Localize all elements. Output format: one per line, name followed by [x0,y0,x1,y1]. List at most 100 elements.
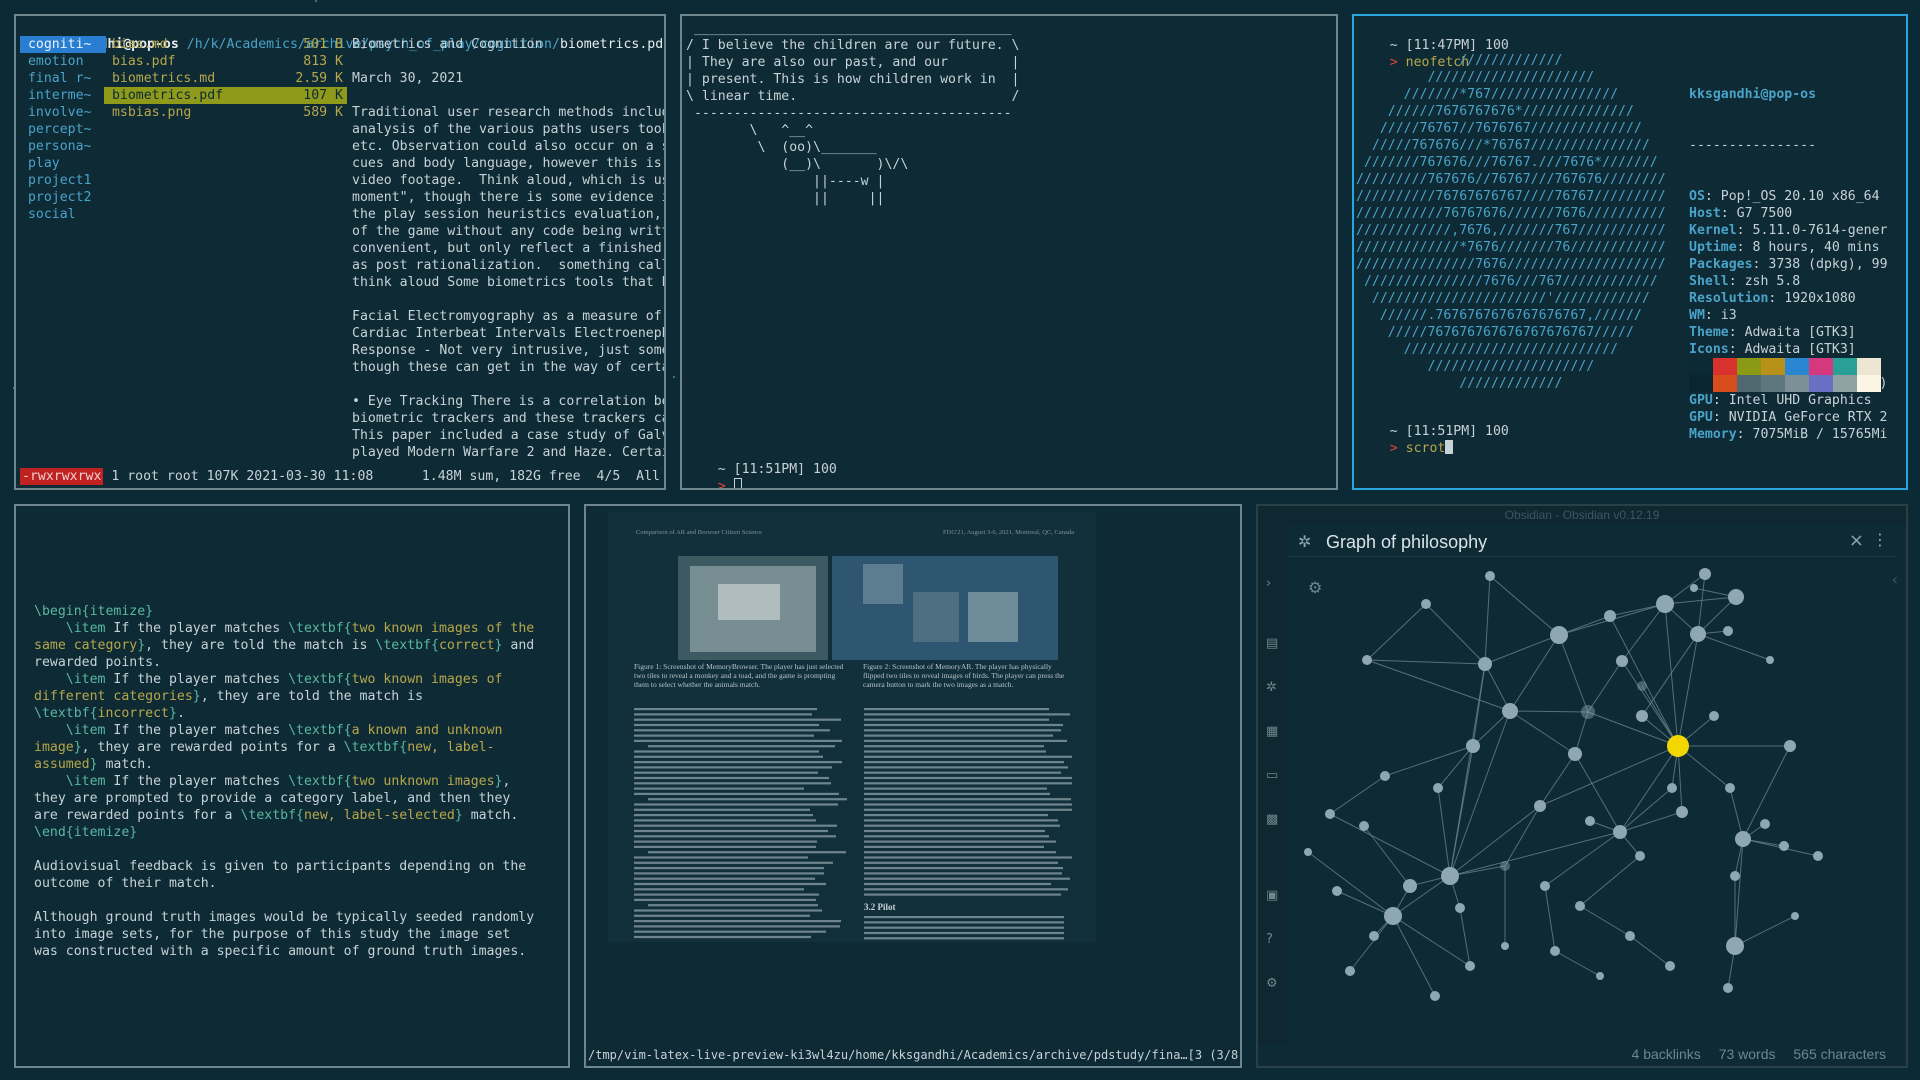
close-icon[interactable]: × [1849,530,1864,551]
graph-node[interactable] [1500,861,1510,871]
obsidian-window[interactable]: Obsidian - Obsidian v0.12.19 › ▤ ✲ ▦ ▭ ▩… [1256,504,1908,1068]
terminal-input-line[interactable]: > [686,461,742,488]
templates-icon[interactable]: ▭ [1266,768,1280,783]
graph-node[interactable] [1735,831,1751,847]
cowsay-terminal[interactable]: ________________________________________… [680,14,1338,490]
graph-node[interactable] [1813,851,1823,861]
graph-node-active[interactable] [1667,735,1689,757]
open-quick-switcher-icon[interactable]: ▤ [1266,636,1280,651]
ranger-dir-item[interactable]: project1 [20,172,106,189]
vim-latex-editor[interactable]: \begin{itemize} \item If the player matc… [14,504,570,1068]
ranger-file-item[interactable]: bias.md 501 B [104,36,347,53]
settings-icon[interactable]: ⚙ [1266,976,1280,991]
graph-node[interactable] [1534,800,1546,812]
graph-node[interactable] [1550,946,1560,956]
graph-node[interactable] [1421,599,1431,609]
ranger-dir-item[interactable]: play [20,155,106,172]
graph-node[interactable] [1766,656,1774,664]
help-icon[interactable]: ? [1266,932,1280,947]
graph-node[interactable] [1728,589,1744,605]
ranger-dir-item[interactable]: persona~ [20,138,106,155]
graph-node[interactable] [1625,931,1635,941]
ranger-dir-item[interactable]: interme~ [20,87,106,104]
graph-node[interactable] [1433,783,1443,793]
graph-node[interactable] [1369,931,1379,941]
graph-node[interactable] [1604,610,1616,622]
graph-node[interactable] [1636,710,1648,722]
graph-node[interactable] [1690,626,1706,642]
graph-node[interactable] [1791,912,1799,920]
graph-node[interactable] [1784,740,1796,752]
graph-node[interactable] [1699,568,1711,580]
graph-node[interactable] [1676,806,1688,818]
graph-node[interactable] [1779,841,1789,851]
graph-node[interactable] [1726,937,1744,955]
graph-node[interactable] [1430,991,1440,1001]
graph-node[interactable] [1550,626,1568,644]
latex-source[interactable]: \begin{itemize} \item If the player matc… [34,603,534,960]
graph-node[interactable] [1501,942,1509,950]
ranger-dir-item[interactable]: social [20,206,106,223]
ranger-dir-item[interactable]: project2 [20,189,106,206]
ranger-window[interactable]: kksgandhi@pop-os /h/k/Academics/archive/… [14,14,666,490]
ranger-dir-item[interactable]: percept~ [20,121,106,138]
graph-node[interactable] [1690,584,1698,592]
graph-node[interactable] [1304,848,1312,856]
graph-node[interactable] [1581,705,1595,719]
graph-node[interactable] [1616,655,1628,667]
ranger-file-item[interactable]: biometrics.pdf 107 K [104,87,347,104]
graph-node[interactable] [1760,819,1770,829]
ranger-dir-item[interactable]: cogniti~ [20,36,106,53]
graph-node[interactable] [1380,771,1390,781]
neofetch-terminal[interactable]: ~ [11:47PM] 100 > neofetch /////////////… [1352,14,1908,490]
graph-node[interactable] [1345,966,1355,976]
ranger-file-item[interactable]: biometrics.md 2.59 K [104,70,347,87]
graph-node[interactable] [1665,961,1675,971]
graph-view-icon[interactable]: ✲ [1266,680,1280,695]
daily-note-icon[interactable]: ▦ [1266,724,1280,739]
graph-node[interactable] [1465,961,1475,971]
graph-node[interactable] [1568,747,1582,761]
ranger-dir-item[interactable]: emotion [20,53,106,70]
graph-node[interactable] [1635,851,1645,861]
graph-node[interactable] [1362,655,1372,665]
ranger-file-item[interactable]: msbias.png 589 K [104,104,347,121]
graph-node[interactable] [1403,879,1417,893]
expand-icon[interactable]: › [1266,576,1280,591]
calendar-icon[interactable]: ▩ [1266,812,1280,827]
pdf-section-heading: 3.2 Pilot [864,902,896,912]
graph-node[interactable] [1575,901,1585,911]
graph-node[interactable] [1637,681,1647,691]
terminal-input-line[interactable]: > scrot [1358,423,1454,474]
graph-node[interactable] [1667,783,1677,793]
graph-node[interactable] [1332,886,1342,896]
graph-node[interactable] [1613,825,1627,839]
graph-node[interactable] [1325,809,1335,819]
ranger-dir-item[interactable]: final r~ [20,70,106,87]
graph-node[interactable] [1723,983,1733,993]
graph-node[interactable] [1540,881,1550,891]
pdf-preview-window[interactable]: Comparison of AR and Browser Citizen Sci… [584,504,1242,1068]
graph-node[interactable] [1502,703,1518,719]
graph-node[interactable] [1709,711,1719,721]
vault-icon[interactable]: ▣ [1266,888,1280,903]
graph-node[interactable] [1466,739,1480,753]
graph-node[interactable] [1384,907,1402,925]
graph-node[interactable] [1359,821,1369,831]
graph-node[interactable] [1441,867,1459,885]
graph-node[interactable] [1723,626,1733,636]
graph-node[interactable] [1455,903,1465,913]
graph-node[interactable] [1730,871,1740,881]
graph-node[interactable] [1596,972,1604,980]
pdf-page[interactable]: Comparison of AR and Browser Citizen Sci… [608,512,1096,945]
ranger-dir-item[interactable]: involve~ [20,104,106,121]
graph-node[interactable] [1485,571,1495,581]
graph-node[interactable] [1478,657,1492,671]
graph-node[interactable] [1656,595,1674,613]
ranger-file-item[interactable]: bias.pdf 813 K [104,53,347,70]
collapse-right-icon[interactable]: ‹ [1892,570,1898,589]
graph-view-canvas[interactable] [1290,556,1890,1016]
graph-node[interactable] [1725,783,1735,793]
more-options-icon[interactable]: ⋮ [1872,530,1888,549]
graph-node[interactable] [1585,816,1595,826]
